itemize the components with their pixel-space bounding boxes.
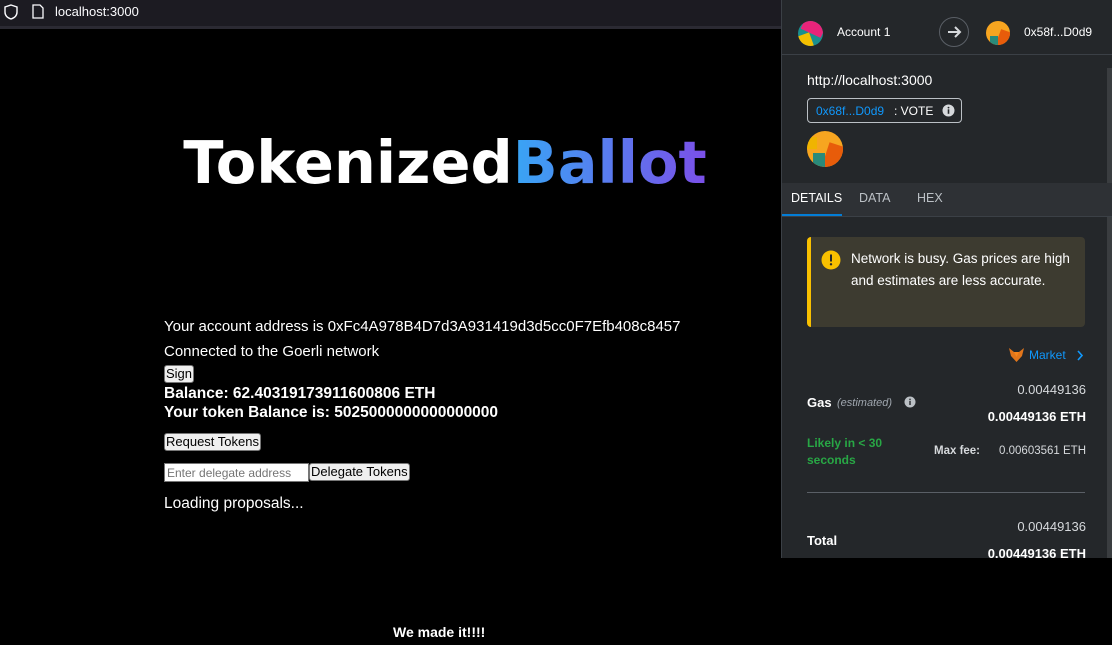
max-fee-label: Max fee: — [934, 445, 981, 457]
max-fee-value: 0.00603561 ETH — [999, 445, 1086, 457]
balance-text: Balance: 62.40319173911600806 ETH — [164, 385, 436, 402]
tab-details[interactable]: DETAILS — [791, 191, 842, 205]
loading-proposals-text: Loading proposals... — [164, 495, 304, 512]
total-label: Total — [807, 533, 838, 548]
token-balance-text: Your token Balance is: 50250000000000000… — [164, 404, 499, 421]
footer-text: We made it!!!! — [393, 624, 486, 640]
tab-data[interactable]: DATA — [859, 191, 890, 205]
sign-button[interactable]: Sign — [164, 365, 195, 383]
account-address-text: Your account address is 0xFc4A978B4D7d3A… — [164, 318, 681, 335]
network-text: Connected to the Goerli network — [164, 343, 380, 360]
market-label: Market — [1029, 348, 1066, 362]
account-avatar — [798, 21, 823, 46]
page-title: TokenizedBallot — [0, 128, 890, 197]
origin-url: http://localhost:3000 — [807, 72, 933, 88]
request-tokens-button[interactable]: Request Tokens — [164, 433, 261, 451]
gas-value-eth: 0.00449136 ETH — [987, 409, 1086, 424]
title-ballot: Ballot — [512, 128, 707, 197]
likely-time-text: Likely in < 30 seconds — [807, 436, 883, 467]
fox-icon — [1009, 348, 1024, 362]
warning-icon — [821, 250, 841, 270]
market-button[interactable]: Market — [1008, 347, 1088, 365]
wallet-popup: Account 1 0x58f...D0d9 http://localhost:… — [781, 0, 1112, 558]
contract-avatar — [807, 131, 843, 167]
warning-text: Network is busy. Gas prices are high and… — [851, 251, 1070, 288]
account-name: Account 1 — [837, 25, 891, 39]
gas-label: Gas — [807, 395, 832, 410]
network-busy-warning: Network is busy. Gas prices are high and… — [807, 237, 1085, 327]
title-tokenized: Tokenized — [183, 128, 513, 197]
gas-estimated-label: (estimated) — [837, 397, 893, 409]
recipient-address[interactable]: 0x58f...D0d9 — [1024, 25, 1092, 39]
wallet-header: Account 1 0x58f...D0d9 — [782, 0, 1112, 68]
url-text[interactable]: localhost:3000 — [55, 4, 139, 19]
shield-icon[interactable] — [4, 4, 18, 20]
contract-method-badge: 0x68f...D0d9 : VOTE — [807, 98, 962, 123]
delegate-address-input[interactable] — [164, 463, 309, 482]
wallet-scrollbar[interactable] — [1107, 68, 1112, 558]
header-divider — [782, 54, 1112, 55]
delegate-tokens-button[interactable]: Delegate Tokens — [309, 463, 410, 481]
total-value-eth: 0.00449136 ETH — [987, 546, 1086, 558]
info-icon[interactable] — [942, 104, 955, 117]
contract-address-link[interactable]: 0x68f...D0d9 — [816, 104, 884, 118]
recipient-avatar — [986, 21, 1010, 45]
total-divider — [807, 492, 1085, 493]
arrow-right-icon — [939, 17, 969, 47]
browser-address-bar[interactable]: localhost:3000 — [0, 0, 781, 29]
gas-value: 0.00449136 — [1017, 382, 1086, 397]
page-icon — [32, 4, 44, 19]
tab-hex[interactable]: HEX — [917, 191, 943, 205]
chevron-right-icon — [1077, 350, 1084, 361]
method-name: : VOTE — [894, 104, 934, 118]
gas-info-icon[interactable] — [904, 396, 916, 408]
tabs-divider — [782, 216, 1112, 217]
total-value: 0.00449136 — [1017, 519, 1086, 534]
